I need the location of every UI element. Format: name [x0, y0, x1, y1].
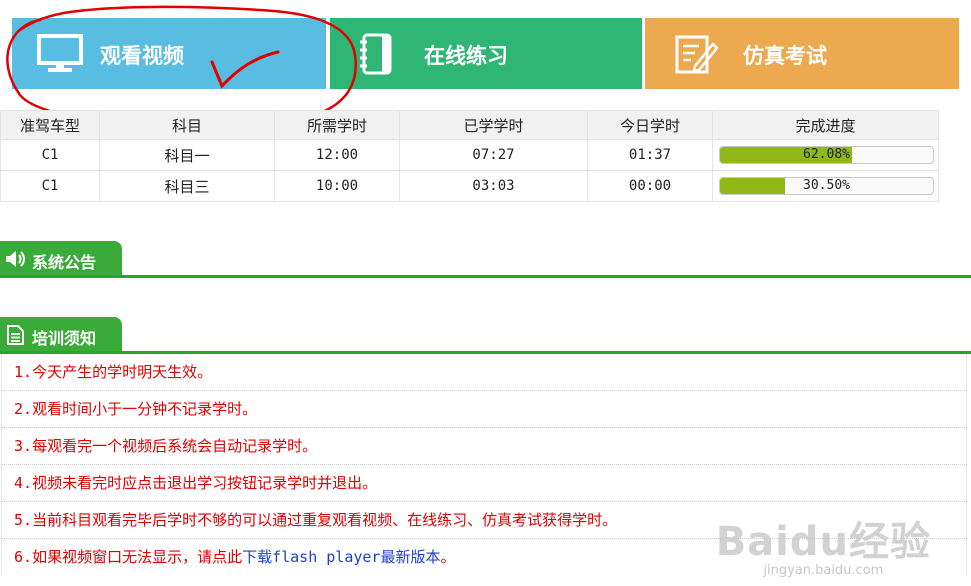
cell-vehicle: C1	[0, 170, 100, 202]
progress-bar: 30.50%	[719, 177, 934, 195]
col-header-today: 今日学时	[587, 110, 713, 140]
table-header-row: 准驾车型 科目 所需学时 已学学时 今日学时 完成进度	[0, 110, 939, 140]
col-header-progress: 完成进度	[712, 110, 939, 140]
tile-label: 仿真考试	[743, 44, 827, 68]
col-header-required: 所需学时	[274, 110, 400, 140]
system-announcement-section: 系统公告	[0, 241, 971, 278]
baidu-watermark: Baidu经验 jingyan.baidu.com	[716, 509, 931, 578]
document-icon	[7, 325, 24, 345]
col-header-vehicle: 准驾车型	[0, 110, 100, 140]
cell-today: 01:37	[587, 139, 713, 171]
cell-required: 12:00	[274, 139, 400, 171]
col-header-subject: 科目	[99, 110, 275, 140]
progress-bar: 62.08%	[719, 146, 934, 164]
section-divider	[0, 275, 971, 278]
cell-subject: 科目三	[99, 170, 275, 202]
watermark-logo-text: Baidu经验	[715, 519, 931, 565]
edit-icon	[675, 35, 719, 74]
list-item: 2.观看时间小于一分钟不记录学时。	[1, 391, 967, 428]
col-header-studied: 已学学时	[399, 110, 588, 140]
section-tab: 系统公告	[0, 241, 122, 275]
cell-progress: 62.08%	[712, 139, 939, 171]
study-progress-table: 准驾车型 科目 所需学时 已学学时 今日学时 完成进度 C1 科目一 12:00…	[0, 110, 939, 202]
download-flash-link[interactable]: 下载flash player最新版本	[242, 548, 440, 566]
list-item: 4.视频未看完时应点击退出学习按钮记录学时并退出。	[1, 465, 967, 502]
tile-mock-exam[interactable]: 仿真考试	[645, 18, 959, 89]
cell-studied: 03:03	[399, 170, 588, 202]
tile-online-practice[interactable]: 在线练习	[330, 18, 642, 89]
section-tab: 培训须知	[0, 317, 122, 351]
table-row: C1 科目一 12:00 07:27 01:37 62.08%	[0, 139, 939, 171]
cell-progress: 30.50%	[712, 170, 939, 202]
notebook-icon	[360, 33, 392, 75]
list-item: 3.每观看完一个视频后系统会自动记录学时。	[1, 428, 967, 465]
tile-label: 在线练习	[424, 44, 508, 68]
cell-subject: 科目一	[99, 139, 275, 171]
speaker-icon	[6, 251, 25, 267]
monitor-icon	[37, 34, 83, 72]
progress-text: 30.50%	[803, 178, 850, 193]
cell-studied: 07:27	[399, 139, 588, 171]
list-item: 1.今天产生的学时明天生效。	[1, 354, 967, 391]
cell-required: 10:00	[274, 170, 400, 202]
cell-today: 00:00	[587, 170, 713, 202]
cell-vehicle: C1	[0, 139, 100, 171]
training-notice-section: 培训须知	[0, 317, 971, 354]
tile-watch-video[interactable]: 观看视频	[12, 18, 326, 89]
section-title: 系统公告	[32, 253, 97, 272]
table-row: C1 科目三 10:00 03:03 00:00 30.50%	[0, 170, 939, 202]
tile-label: 观看视频	[100, 44, 184, 68]
section-title: 培训须知	[32, 329, 97, 348]
progress-text: 62.08%	[803, 147, 850, 162]
